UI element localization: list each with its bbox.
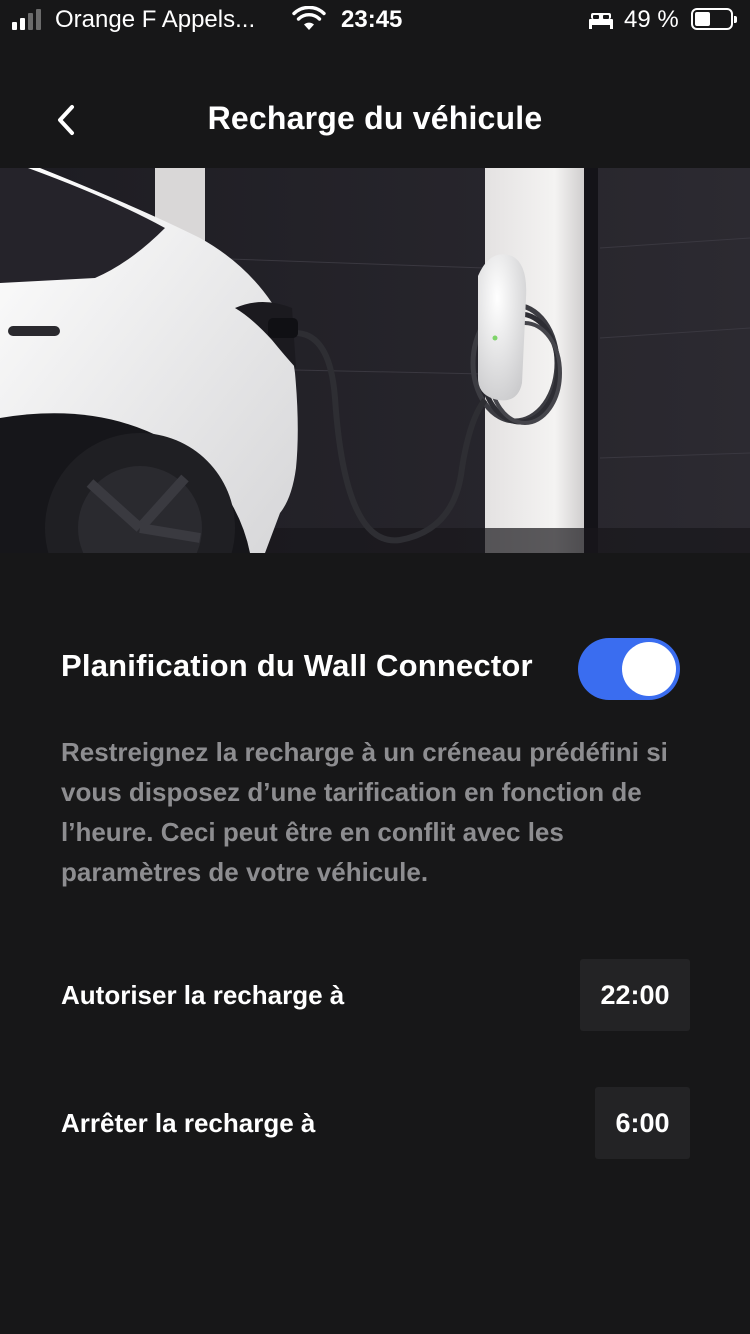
wifi-icon	[292, 5, 326, 37]
schedule-description: Restreignez la recharge à un créneau pré…	[61, 737, 668, 887]
stop-time-label: Arrêter la recharge à	[61, 1108, 316, 1138]
start-time-button[interactable]: 22:00	[580, 959, 690, 1031]
bed-icon	[588, 10, 614, 35]
carrier-name: Orange F Appels...	[55, 6, 256, 33]
start-time-label: Autoriser la recharge à	[61, 980, 345, 1010]
nav-header: Recharge du véhicule	[0, 80, 750, 160]
toggle-knob	[622, 642, 676, 696]
hero-image	[0, 168, 750, 553]
stop-time-button[interactable]: 6:00	[595, 1087, 690, 1159]
screen: Orange F Appels... 23:45 49 % Recharge d…	[0, 0, 750, 1334]
page-title: Recharge du véhicule	[207, 100, 543, 136]
schedule-title: Planification du Wall Connector	[61, 648, 533, 683]
battery-percent: 49 %	[624, 6, 679, 33]
clock: 23:45	[341, 6, 403, 33]
status-bar: Orange F Appels... 23:45 49 %	[0, 0, 750, 40]
battery-icon	[691, 8, 737, 30]
signal-icon	[12, 9, 41, 30]
schedule-toggle[interactable]	[578, 638, 680, 700]
